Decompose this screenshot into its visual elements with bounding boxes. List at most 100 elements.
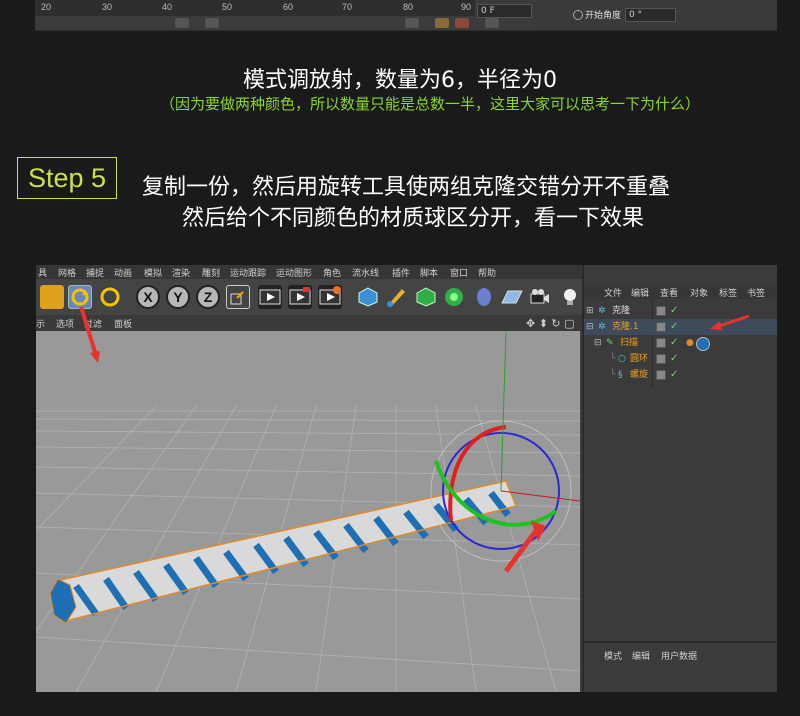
menu-item[interactable]: 角色 <box>323 266 341 279</box>
light-icon[interactable] <box>558 285 582 309</box>
ruler-tick: 80 <box>403 2 414 12</box>
view-menu-item[interactable]: 示 <box>36 317 45 330</box>
menu-item[interactable]: 运动图形 <box>276 266 312 279</box>
cloner-icon[interactable] <box>442 285 466 309</box>
object-name: 克隆 <box>612 306 631 316</box>
circle-spline-icon: ○ <box>618 354 626 364</box>
main-menubar: 具 网格 捕捉 动画 模拟 渲染 雕刻 运动跟踪 运动图形 角色 流水线 插件 … <box>36 265 582 279</box>
menu-item[interactable]: 模拟 <box>144 266 162 279</box>
main-toolbar: X Y Z <box>36 279 582 316</box>
visibility-toggle[interactable] <box>656 354 666 364</box>
ruler-tick: 40 <box>162 2 173 12</box>
live-select-icon[interactable] <box>40 285 64 309</box>
om-menu-item[interactable]: 文件 <box>604 286 622 299</box>
enabled-check-icon[interactable]: ✓ <box>670 319 678 335</box>
visibility-toggle[interactable] <box>656 370 666 380</box>
timeline-ruler[interactable]: 20 30 40 50 60 70 80 90 <box>35 0 475 16</box>
attribute-manager: 模式 编辑 用户数据 <box>584 641 777 692</box>
tree-line: └ <box>610 354 616 364</box>
object-row[interactable]: └ ○ 圆环 ✓ <box>584 351 777 367</box>
enabled-check-icon[interactable]: ✓ <box>670 303 678 319</box>
tree-line: └ <box>610 370 616 380</box>
caption-note: （因为要做两种颜色，所以数量只能是总数一半，这里大家可以思考一下为什么） <box>159 95 700 113</box>
expand-icon[interactable]: ⊞ <box>586 303 594 319</box>
y-axis-lock-button[interactable]: Y <box>166 285 190 309</box>
top-ui-strip: 20 30 40 50 60 70 80 90 0 F 开始角度 0 ° <box>35 0 777 31</box>
object-name: 圆环 <box>630 354 649 364</box>
ruler-tick: 70 <box>342 2 353 12</box>
menu-item[interactable]: 脚本 <box>420 266 438 279</box>
render-settings-icon[interactable] <box>318 285 342 309</box>
key-icon[interactable] <box>435 18 449 28</box>
object-name: 克隆.1 <box>612 322 639 332</box>
enabled-check-icon[interactable]: ✓ <box>670 367 678 383</box>
menu-item[interactable]: 运动跟踪 <box>230 266 266 279</box>
subdivision-icon[interactable] <box>414 285 438 309</box>
om-menu-item[interactable]: 标签 <box>719 286 737 299</box>
render-region-icon[interactable] <box>288 285 312 309</box>
attr-menu-item[interactable]: 用户数据 <box>661 649 697 662</box>
render-view-icon[interactable] <box>258 285 282 309</box>
film-icon[interactable] <box>485 18 499 28</box>
tag-icon[interactable]: ● <box>686 335 694 351</box>
view-navigation-icon[interactable]: ✥ ⬍ ↻ ▢ <box>526 317 575 330</box>
x-axis-lock-button[interactable]: X <box>136 285 160 309</box>
camera-icon[interactable] <box>528 285 552 309</box>
menu-item[interactable]: 具 <box>38 266 47 279</box>
caption-mode: 模式调放射，数量为6，半径为0 <box>243 68 557 93</box>
collapse-icon[interactable]: ⊟ <box>594 335 602 351</box>
visibility-toggle[interactable] <box>656 338 666 348</box>
radio-button[interactable] <box>573 10 583 20</box>
menu-item[interactable]: 雕刻 <box>202 266 220 279</box>
twisted-rope[interactable] <box>49 480 518 624</box>
ruler-tick: 30 <box>102 2 113 12</box>
step-label: Step 5 <box>17 157 117 199</box>
frame-field[interactable]: 0 F <box>477 4 532 18</box>
coordinate-system-icon[interactable] <box>226 285 250 309</box>
helix-spline-icon: § <box>618 370 623 380</box>
om-menu-item[interactable]: 编辑 <box>631 286 649 299</box>
transport-icons <box>35 18 535 30</box>
cube-icon[interactable] <box>356 285 380 309</box>
view-menu-item[interactable]: 面板 <box>114 317 132 330</box>
start-angle-field[interactable]: 0 ° <box>625 8 676 22</box>
object-manager-menubar: 文件 编辑 查看 对象 标签 书签 <box>584 285 777 299</box>
deformer-icon[interactable] <box>472 285 496 309</box>
keyframe-icon[interactable] <box>405 18 419 28</box>
pen-icon[interactable] <box>384 285 408 309</box>
sweep-object-icon: ✎ <box>606 338 614 348</box>
annotation-arrow-icon <box>710 314 750 330</box>
enabled-check-icon[interactable]: ✓ <box>670 351 678 367</box>
annotation-arrow-icon <box>504 521 546 573</box>
om-menu-item[interactable]: 查看 <box>660 286 678 299</box>
view-menu-item[interactable]: 选项 <box>56 317 74 330</box>
menu-item[interactable]: 流水线 <box>352 266 379 279</box>
menu-item[interactable]: 捕捉 <box>86 266 104 279</box>
3d-viewport[interactable] <box>36 331 580 692</box>
om-menu-item[interactable]: 对象 <box>690 286 708 299</box>
floor-icon[interactable] <box>500 285 524 309</box>
c4d-window: 具 网格 捕捉 动画 模拟 渲染 雕刻 运动跟踪 运动图形 角色 流水线 插件 … <box>36 265 777 692</box>
menu-item[interactable]: 网格 <box>58 266 76 279</box>
menu-item[interactable]: 窗口 <box>450 266 468 279</box>
object-row[interactable]: └ § 螺旋 ✓ <box>584 367 777 383</box>
menu-item[interactable]: 帮助 <box>478 266 496 279</box>
z-axis-lock-button[interactable]: Z <box>196 285 220 309</box>
object-row[interactable]: ⊟ ✎ 扫描 ✓ ● <box>584 335 777 351</box>
key-icon[interactable] <box>455 18 469 28</box>
caption-step-line1: 复制一份，然后用旋转工具使两组克隆交错分开不重叠 <box>142 175 671 200</box>
visibility-toggle[interactable] <box>656 322 666 332</box>
visibility-toggle[interactable] <box>656 306 666 316</box>
om-menu-item[interactable]: 书签 <box>747 286 765 299</box>
menu-item[interactable]: 动画 <box>114 266 132 279</box>
attr-menu-item[interactable]: 模式 <box>604 649 622 662</box>
attr-menu-item[interactable]: 编辑 <box>632 649 650 662</box>
play-icon[interactable] <box>175 18 189 28</box>
cloner-object-icon: ✲ <box>598 306 606 316</box>
collapse-icon[interactable]: ⊟ <box>586 319 594 335</box>
enabled-check-icon[interactable]: ✓ <box>670 335 678 351</box>
record-icon[interactable] <box>205 18 219 28</box>
menu-item[interactable]: 插件 <box>392 266 410 279</box>
material-icon[interactable] <box>696 337 710 351</box>
menu-item[interactable]: 渲染 <box>172 266 190 279</box>
